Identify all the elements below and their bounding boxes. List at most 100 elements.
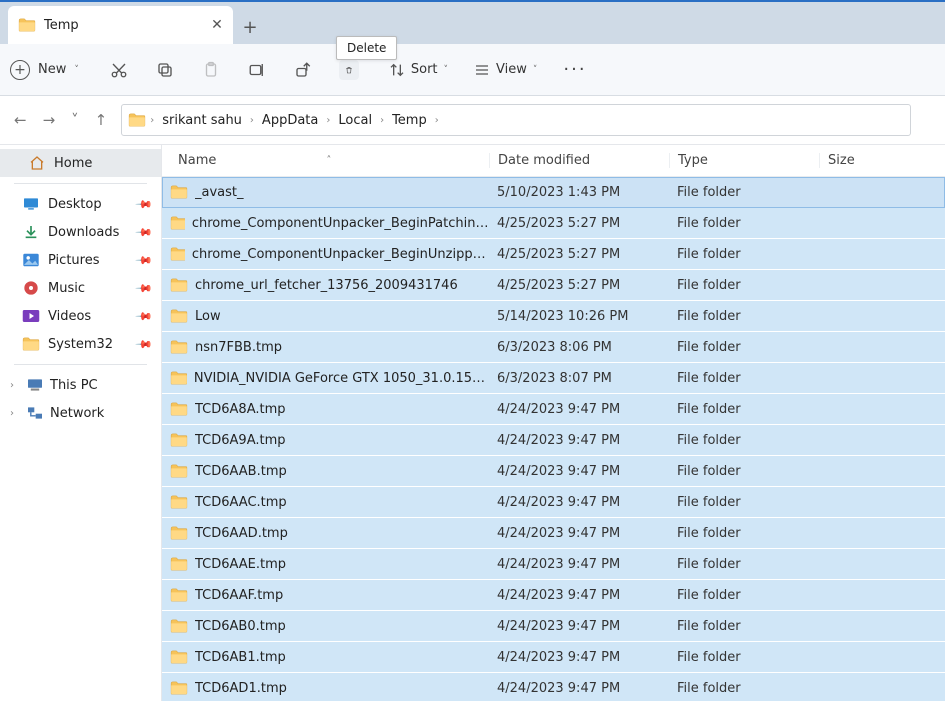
tab-close-button[interactable]: ✕ [211, 19, 223, 31]
sidebar-item-downloads[interactable]: Downloads 📌 [0, 218, 161, 246]
pin-icon: 📌 [135, 279, 154, 298]
file-type: File folder [669, 247, 819, 262]
cut-button[interactable] [109, 60, 129, 80]
forward-button[interactable]: → [43, 111, 56, 129]
file-date: 4/24/2023 9:47 PM [489, 588, 669, 603]
share-button[interactable] [293, 60, 313, 80]
breadcrumb-item[interactable]: Local [334, 111, 376, 130]
file-name: chrome_ComponentUnpacker_BeginUnzipping1… [192, 247, 489, 262]
file-date: 4/24/2023 9:47 PM [489, 464, 669, 479]
chevron-down-icon: ˅ [444, 65, 449, 75]
folder-icon [22, 336, 40, 352]
table-row[interactable]: TCD6AAF.tmp 4/24/2023 9:47 PMFile folder [162, 580, 945, 611]
file-date: 6/3/2023 8:07 PM [489, 371, 669, 386]
file-name: TCD6AAC.tmp [195, 495, 287, 510]
file-date: 4/24/2023 9:47 PM [489, 526, 669, 541]
desktop-icon [22, 196, 40, 212]
table-row[interactable]: TCD6AAD.tmp4/24/2023 9:47 PMFile folder [162, 518, 945, 549]
sidebar-item-videos[interactable]: Videos 📌 [0, 302, 161, 330]
address-bar[interactable]: › srikant sahu › AppData › Local › Temp … [121, 104, 911, 136]
file-name: TCD6AAB.tmp [195, 464, 287, 479]
file-name: NVIDIA_NVIDIA GeForce GTX 1050_31.0.15.2… [194, 371, 489, 386]
sidebar-item-network[interactable]: › Network [0, 399, 161, 427]
home-icon [28, 155, 46, 171]
more-button[interactable]: ··· [563, 59, 586, 80]
chevron-right-icon: › [250, 115, 254, 126]
folder-icon [170, 340, 188, 354]
folder-icon [18, 18, 36, 32]
table-row[interactable]: TCD6A8A.tmp4/24/2023 9:47 PMFile folder [162, 394, 945, 425]
pin-icon: 📌 [135, 307, 154, 326]
file-name: TCD6AB1.tmp [195, 650, 286, 665]
folder-icon [170, 495, 188, 509]
tab-title: Temp [44, 18, 203, 33]
column-header-date[interactable]: Date modified [489, 153, 669, 168]
copy-button[interactable] [155, 60, 175, 80]
column-header-size[interactable]: Size [819, 153, 945, 168]
recent-dropdown[interactable]: ˅ [71, 111, 79, 129]
sidebar-item-this-pc[interactable]: › This PC [0, 371, 161, 399]
breadcrumb-item[interactable]: Temp [388, 111, 431, 130]
table-row[interactable]: TCD6A9A.tmp4/24/2023 9:47 PMFile folder [162, 425, 945, 456]
folder-icon [170, 588, 188, 602]
sort-icon [389, 62, 405, 78]
table-row[interactable]: TCD6AAC.tmp4/24/2023 9:47 PMFile folder [162, 487, 945, 518]
folder-icon [128, 113, 146, 127]
file-date: 4/25/2023 5:27 PM [489, 216, 669, 231]
file-name: chrome_url_fetcher_13756_2009431746 [195, 278, 458, 293]
sidebar-item-system32[interactable]: System32 📌 [0, 330, 161, 358]
file-type: File folder [669, 650, 819, 665]
pin-icon: 📌 [135, 195, 154, 214]
column-header-name[interactable]: Name ˄ [162, 153, 489, 168]
pin-icon: 📌 [135, 223, 154, 242]
table-row[interactable]: nsn7FBB.tmp6/3/2023 8:06 PMFile folder [162, 332, 945, 363]
table-row[interactable]: NVIDIA_NVIDIA GeForce GTX 1050_31.0.15.2… [162, 363, 945, 394]
file-name: TCD6A8A.tmp [195, 402, 286, 417]
file-type: File folder [669, 588, 819, 603]
table-row[interactable]: TCD6AAE.tmp4/24/2023 9:47 PMFile folder [162, 549, 945, 580]
table-row[interactable]: chrome_ComponentUnpacker_BeginPatching13… [162, 208, 945, 239]
sort-ascending-icon: ˄ [326, 155, 331, 166]
file-type: File folder [669, 216, 819, 231]
table-row[interactable]: chrome_url_fetcher_13756_20094317464/25/… [162, 270, 945, 301]
chevron-right-icon: › [10, 408, 20, 419]
up-button[interactable]: ↑ [95, 111, 108, 129]
table-row[interactable]: chrome_ComponentUnpacker_BeginUnzipping1… [162, 239, 945, 270]
file-name: TCD6AAF.tmp [195, 588, 283, 603]
table-row[interactable]: TCD6AD1.tmp4/24/2023 9:47 PMFile folder [162, 673, 945, 701]
folder-icon [170, 526, 188, 540]
pc-icon [26, 377, 44, 393]
tab-current[interactable]: Temp ✕ [8, 6, 233, 44]
back-button[interactable]: ← [14, 111, 27, 129]
delete-button[interactable] [339, 60, 359, 80]
table-row[interactable]: Low5/14/2023 10:26 PMFile folder [162, 301, 945, 332]
sidebar-item-label: Home [54, 156, 92, 171]
file-name: _avast_ [195, 185, 244, 200]
column-headers: Name ˄ Date modified Type Size [162, 145, 945, 177]
table-row[interactable]: TCD6AB1.tmp4/24/2023 9:47 PMFile folder [162, 642, 945, 673]
column-header-type[interactable]: Type [669, 153, 819, 168]
sidebar-item-label: System32 [48, 337, 113, 352]
paste-button[interactable] [201, 60, 221, 80]
table-row[interactable]: TCD6AAB.tmp4/24/2023 9:47 PMFile folder [162, 456, 945, 487]
table-row[interactable]: _avast_5/10/2023 1:43 PMFile folder [162, 177, 945, 208]
sidebar-item-pictures[interactable]: Pictures 📌 [0, 246, 161, 274]
download-icon [22, 224, 40, 240]
chevron-down-icon: ˅ [74, 65, 79, 75]
sidebar-item-home[interactable]: Home [0, 149, 161, 177]
file-date: 4/24/2023 9:47 PM [489, 402, 669, 417]
chevron-down-icon: ˅ [533, 65, 538, 75]
pin-icon: 📌 [135, 335, 154, 354]
breadcrumb-item[interactable]: srikant sahu [158, 111, 246, 130]
rename-button[interactable] [247, 60, 267, 80]
file-name: TCD6AAD.tmp [195, 526, 288, 541]
sidebar-item-desktop[interactable]: Desktop 📌 [0, 190, 161, 218]
view-button[interactable]: View ˅ [474, 62, 537, 78]
sidebar-item-music[interactable]: Music 📌 [0, 274, 161, 302]
sort-button[interactable]: Sort ˅ [389, 62, 448, 78]
new-button[interactable]: + New ˅ [10, 60, 79, 80]
table-row[interactable]: TCD6AB0.tmp4/24/2023 9:47 PMFile folder [162, 611, 945, 642]
breadcrumb-item[interactable]: AppData [258, 111, 322, 130]
new-tab-button[interactable]: + [233, 10, 267, 44]
file-name: chrome_ComponentUnpacker_BeginPatching13… [192, 216, 489, 231]
